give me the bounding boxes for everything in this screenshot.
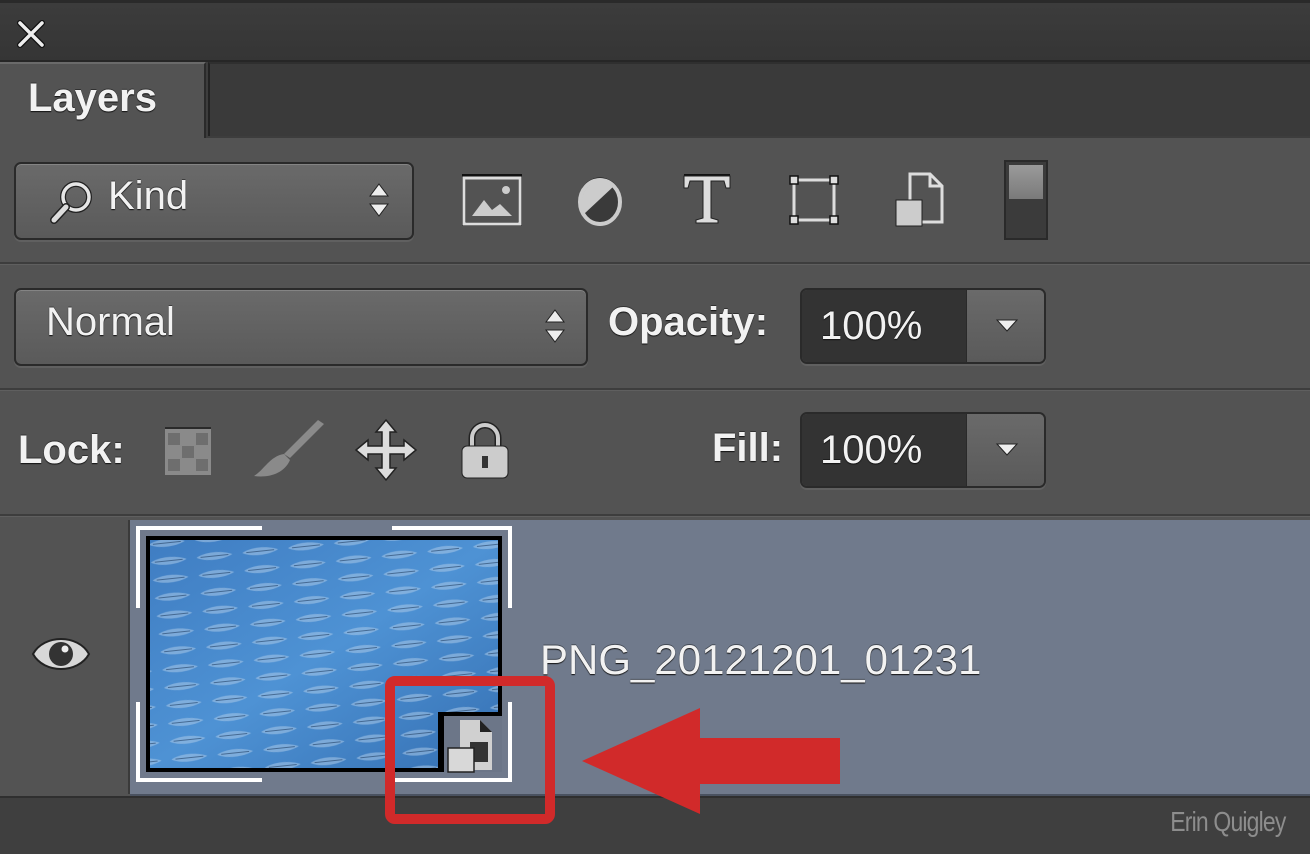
type-layer-filter-icon[interactable] xyxy=(680,168,734,228)
updown-arrows-icon xyxy=(545,309,565,343)
adjustment-layer-filter-icon[interactable] xyxy=(570,170,630,230)
divider xyxy=(0,388,1310,391)
lock-transparent-pixels-icon[interactable] xyxy=(162,424,214,480)
search-icon xyxy=(50,181,92,224)
close-icon[interactable] xyxy=(14,17,48,51)
fill-field: 100% xyxy=(800,412,1046,488)
layer-name[interactable]: PNG_20121201_01231 xyxy=(540,636,981,684)
blend-mode-label: Normal xyxy=(46,300,175,344)
caret-down-icon xyxy=(995,443,1019,456)
divider xyxy=(0,262,1310,265)
lock-label: Lock: xyxy=(18,428,125,472)
tab-layers[interactable]: Layers xyxy=(0,62,206,138)
fill-dropdown-button[interactable] xyxy=(966,414,1044,486)
pixel-layer-filter-icon[interactable] xyxy=(460,170,524,230)
filter-toggle-switch[interactable] xyxy=(1004,160,1048,240)
filter-kind-label: Kind xyxy=(108,174,189,218)
eye-icon[interactable] xyxy=(30,632,92,676)
shape-layer-filter-icon[interactable] xyxy=(786,170,842,228)
fill-label: Fill: xyxy=(712,426,784,470)
annotation-arrow-icon xyxy=(582,708,840,814)
opacity-label: Opacity: xyxy=(608,300,769,344)
annotation-highlight-box xyxy=(385,676,555,824)
watermark: Erin Quigley xyxy=(1170,806,1287,837)
opacity-dropdown-button[interactable] xyxy=(966,290,1044,362)
tab-strip-empty xyxy=(208,62,1310,136)
filter-toggle-knob xyxy=(1009,165,1043,199)
lock-all-icon[interactable] xyxy=(458,420,512,482)
fill-input[interactable]: 100% xyxy=(802,414,966,486)
panel-title-bar xyxy=(0,0,1310,62)
filter-kind-select[interactable]: Kind xyxy=(14,162,414,240)
layer-visibility-column xyxy=(0,520,130,794)
lock-image-pixels-icon[interactable] xyxy=(250,416,330,482)
lock-position-icon[interactable] xyxy=(354,418,418,482)
panel-tab-strip: Layers xyxy=(0,62,1310,138)
opacity-field: 100% xyxy=(800,288,1046,364)
caret-down-icon xyxy=(995,319,1019,332)
blend-mode-select[interactable]: Normal xyxy=(14,288,588,366)
smart-object-filter-icon[interactable] xyxy=(890,168,950,230)
divider xyxy=(0,514,1310,517)
updown-arrows-icon xyxy=(369,183,389,217)
opacity-input[interactable]: 100% xyxy=(802,290,966,362)
